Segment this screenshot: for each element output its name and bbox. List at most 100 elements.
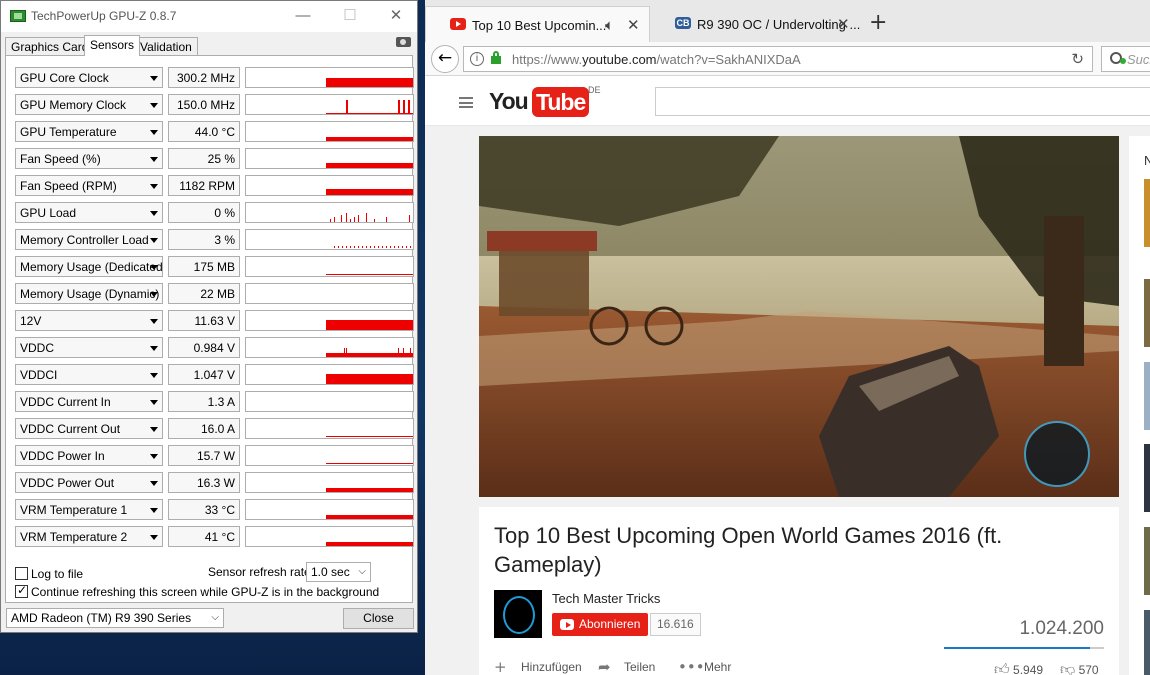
- like-button[interactable]: 👍︎ 5.949: [994, 660, 1043, 675]
- sensor-graph: [245, 526, 414, 547]
- maximize-icon[interactable]: ☐: [327, 1, 373, 32]
- sensor-name-select[interactable]: Memory Usage (Dedicated): [15, 256, 163, 277]
- search-placeholder: Such: [1127, 52, 1150, 67]
- sensor-name-select[interactable]: VDDC Power In: [15, 445, 163, 466]
- sensor-value: 16.3 W: [168, 472, 240, 493]
- sensor-name-select[interactable]: Memory Usage (Dynamic): [15, 283, 163, 304]
- browser-tab-computerbase[interactable]: CB R9 390 OC / Undervolting ... ✕: [651, 6, 860, 42]
- related-video-thumbnail[interactable]: [1144, 179, 1150, 247]
- thumbs-down-icon: 👎︎: [1060, 660, 1076, 675]
- navigation-bar: ← i https://www.youtube.com/watch?v=Sakh…: [425, 42, 1150, 76]
- related-video-thumbnail[interactable]: [1144, 610, 1150, 675]
- sensor-name: VDDC: [20, 341, 55, 355]
- sensor-graph: [245, 121, 414, 142]
- youtube-search-input[interactable]: [655, 87, 1150, 116]
- share-button[interactable]: ➦ Teilen: [598, 658, 655, 675]
- sensor-name-select[interactable]: Memory Controller Load: [15, 229, 163, 250]
- sensor-value: 3 %: [168, 229, 240, 250]
- sensor-graph: [245, 364, 414, 385]
- sensor-row: VDDCI 1.047 V: [15, 364, 414, 385]
- sensor-row: Fan Speed (RPM) 1182 RPM: [15, 175, 414, 196]
- related-video-thumbnail[interactable]: [1144, 362, 1150, 430]
- subscribe-button[interactable]: Abonnieren: [552, 613, 649, 636]
- sensor-name: Memory Controller Load: [20, 233, 149, 247]
- back-arrow-icon[interactable]: ←: [431, 45, 459, 73]
- like-ratio-bar: [944, 647, 1104, 649]
- close-tab-icon[interactable]: ✕: [627, 16, 640, 34]
- sensor-name: GPU Core Clock: [20, 71, 109, 85]
- reload-icon[interactable]: ↻: [1071, 50, 1084, 68]
- sensor-name-select[interactable]: Fan Speed (%): [15, 148, 163, 169]
- channel-avatar[interactable]: [494, 590, 542, 638]
- tab-validation[interactable]: Validation: [134, 37, 198, 56]
- related-video-thumbnail[interactable]: [1144, 444, 1150, 512]
- info-icon[interactable]: i: [470, 52, 484, 66]
- sensor-graph: [245, 148, 414, 169]
- sensor-name-select[interactable]: GPU Load: [15, 202, 163, 223]
- dislike-button[interactable]: 👎︎ 570: [1060, 660, 1099, 675]
- search-icon: [1110, 52, 1126, 64]
- sensor-name-select[interactable]: VDDCI: [15, 364, 163, 385]
- hamburger-menu-icon[interactable]: [459, 97, 473, 108]
- sensor-name: GPU Temperature: [20, 125, 117, 139]
- url-bar[interactable]: i https://www.youtube.com/watch?v=SakhAN…: [463, 46, 1093, 72]
- refresh-rate-select[interactable]: 1.0 sec ⌵: [306, 562, 371, 582]
- related-videos-sidebar: N: [1129, 136, 1150, 675]
- close-tab-icon[interactable]: ✕: [837, 15, 850, 33]
- sensor-value: 41 °C: [168, 526, 240, 547]
- sensor-graph: [245, 202, 414, 223]
- sensor-value: 15.7 W: [168, 445, 240, 466]
- speaker-icon[interactable]: 🔈︎: [605, 16, 614, 34]
- close-icon[interactable]: ✕: [373, 1, 419, 32]
- gpuz-titlebar[interactable]: TechPowerUp GPU-Z 0.8.7 — ☐ ✕: [1, 1, 417, 32]
- dropdown-arrow-icon: [150, 400, 158, 405]
- tab-graphics-card[interactable]: Graphics Card: [5, 37, 95, 56]
- sensor-value: 175 MB: [168, 256, 240, 277]
- sensor-graph: [245, 472, 414, 493]
- sensor-name: GPU Memory Clock: [20, 98, 127, 112]
- video-title: Top 10 Best Upcoming Open World Games 20…: [494, 523, 1003, 577]
- new-tab-plus-icon[interactable]: +: [869, 10, 887, 35]
- sensor-value: 33 °C: [168, 499, 240, 520]
- minimize-icon[interactable]: —: [280, 1, 326, 32]
- sensor-graph: [245, 283, 414, 304]
- related-video-thumbnail[interactable]: [1144, 279, 1150, 347]
- view-count: 1.024.200: [1019, 618, 1104, 639]
- browser-tab-youtube[interactable]: Top 10 Best Upcomin... 🔈︎ ✕: [425, 6, 650, 42]
- sensor-name-select[interactable]: VRM Temperature 1: [15, 499, 163, 520]
- sensor-value: 22 MB: [168, 283, 240, 304]
- continue-refresh-checkbox[interactable]: [15, 583, 28, 598]
- plus-icon: +: [494, 658, 507, 675]
- sensor-name-select[interactable]: VDDC Current Out: [15, 418, 163, 439]
- sensor-name-select[interactable]: GPU Memory Clock: [15, 94, 163, 115]
- sensor-name-select[interactable]: VDDC: [15, 337, 163, 358]
- more-button[interactable]: ••• Mehr: [678, 658, 731, 675]
- sensor-name-select[interactable]: GPU Temperature: [15, 121, 163, 142]
- tab-sensors[interactable]: Sensors: [84, 35, 141, 56]
- sensor-name-select[interactable]: VRM Temperature 2: [15, 526, 163, 547]
- sensor-name-select[interactable]: Fan Speed (RPM): [15, 175, 163, 196]
- gpu-select[interactable]: AMD Radeon (TM) R9 390 Series ⌵: [6, 608, 224, 628]
- dropdown-arrow-icon: [150, 130, 158, 135]
- sensor-value: 1.047 V: [168, 364, 240, 385]
- video-frame-scene: [479, 136, 1119, 497]
- sensor-name-select[interactable]: VDDC Current In: [15, 391, 163, 412]
- sensor-graph: [245, 94, 414, 115]
- sensor-name-select[interactable]: VDDC Power Out: [15, 472, 163, 493]
- sensor-graph: [245, 337, 414, 358]
- sensor-row: Memory Controller Load 3 %: [15, 229, 414, 250]
- sensor-name-select[interactable]: GPU Core Clock: [15, 67, 163, 88]
- search-input[interactable]: Such: [1101, 46, 1150, 72]
- log-to-file-checkbox[interactable]: [15, 567, 28, 580]
- sensor-name-select[interactable]: 12V: [15, 310, 163, 331]
- screenshot-camera-icon[interactable]: [396, 37, 411, 47]
- close-button[interactable]: Close: [343, 608, 414, 629]
- sensor-value: 1182 RPM: [168, 175, 240, 196]
- sensor-graph: [245, 445, 414, 466]
- sensor-row: GPU Temperature 44.0 °C: [15, 121, 414, 142]
- dropdown-arrow-icon: [150, 454, 158, 459]
- video-player[interactable]: [479, 136, 1119, 497]
- related-video-thumbnail[interactable]: [1144, 527, 1150, 595]
- add-to-button[interactable]: + Hinzufügen: [494, 658, 582, 675]
- channel-name-link[interactable]: Tech Master Tricks: [552, 591, 660, 606]
